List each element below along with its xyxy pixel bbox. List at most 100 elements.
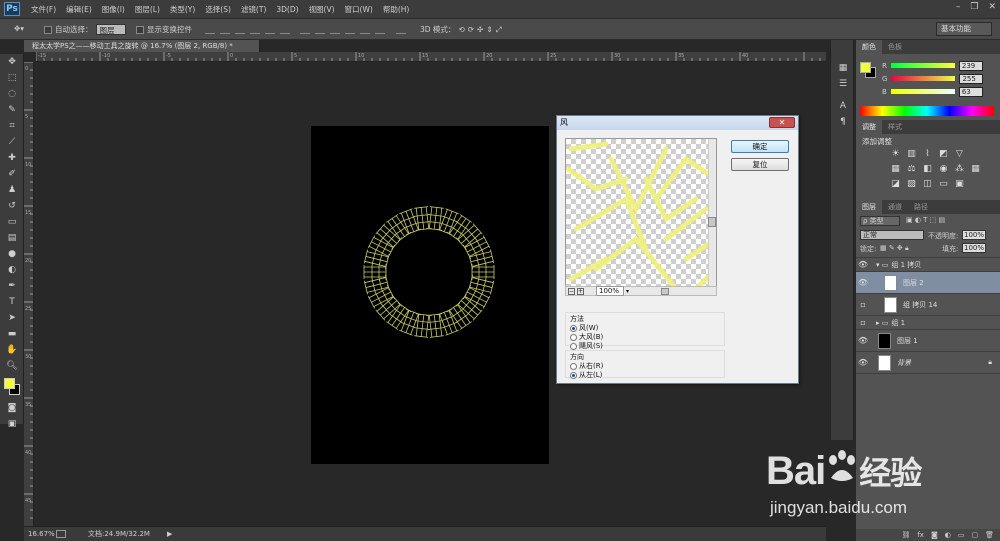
close-window-icon[interactable]: ✕ xyxy=(988,2,996,12)
visibility-off-box[interactable]: ▫ xyxy=(856,300,870,309)
status-arrow-icon[interactable]: ▶ xyxy=(167,527,172,541)
opacity-value[interactable]: 100% xyxy=(962,230,986,240)
document-canvas[interactable] xyxy=(311,126,549,464)
align-vcenter-icon[interactable] xyxy=(220,25,230,34)
reset-button[interactable]: 复位 xyxy=(731,158,789,171)
distribute-hcenter-icon[interactable] xyxy=(360,25,370,34)
crop-tool-icon[interactable]: ⌗ xyxy=(0,118,24,134)
zoom-out-button[interactable]: − xyxy=(568,287,575,295)
zoom-tool-icon[interactable]: 🔍︎ xyxy=(0,358,24,374)
radio-from-left[interactable] xyxy=(570,371,577,379)
auto-select-dropdown[interactable]: 图层 xyxy=(95,24,126,35)
posterize-icon[interactable]: ▨ xyxy=(906,179,917,190)
distribute-top-icon[interactable] xyxy=(300,25,310,34)
photo-filter-icon[interactable]: ◉ xyxy=(938,164,949,175)
tab-swatches[interactable]: 色板 xyxy=(882,40,908,54)
visibility-eye-icon[interactable]: 👁︎ xyxy=(856,336,870,345)
visibility-off-box[interactable]: ▫ xyxy=(856,318,870,327)
menu-edit[interactable]: 编辑(E) xyxy=(61,4,97,15)
r-track[interactable] xyxy=(890,63,955,68)
tab-channels[interactable]: 通道 xyxy=(882,200,908,214)
fx-icon[interactable]: fx xyxy=(917,531,924,539)
layer-filter-icons[interactable]: ▣ ◐ T ⬚ ▤ xyxy=(906,216,945,224)
menu-select[interactable]: 选择(S) xyxy=(200,4,236,15)
r-value[interactable]: 239 xyxy=(958,60,983,71)
type-tool-icon[interactable]: T xyxy=(0,294,24,310)
layer-row-layer-2[interactable]: 👁︎ 图层 2 xyxy=(856,272,1000,294)
stamp-tool-icon[interactable]: ♟ xyxy=(0,182,24,198)
color-balance-icon[interactable]: ⚖ xyxy=(906,164,917,175)
history-brush-tool-icon[interactable]: ↺ xyxy=(0,198,24,214)
threshold-icon[interactable]: ◫ xyxy=(922,179,933,190)
menu-image[interactable]: 图像(I) xyxy=(97,4,130,15)
folder-expanded-icon[interactable]: ▾ ▭ xyxy=(876,261,888,269)
selective-color-icon[interactable]: ▣ xyxy=(954,179,965,190)
quick-mask-icon[interactable]: ◙ xyxy=(0,400,24,416)
hand-tool-icon[interactable]: ✋ xyxy=(0,342,24,358)
color-lookup-icon[interactable]: ▦ xyxy=(970,164,981,175)
new-group-icon[interactable]: ▭ xyxy=(958,531,965,539)
layer-kind-filter[interactable]: ρ 类型 xyxy=(860,216,900,226)
character-panel-icon[interactable]: A xyxy=(831,98,855,114)
menu-filter[interactable]: 滤镜(T) xyxy=(236,4,271,15)
move-tool-icon[interactable]: ✥ xyxy=(0,54,24,70)
3d-slide-icon[interactable]: ⇕ xyxy=(486,25,492,34)
screen-mode-icon[interactable]: ▣ xyxy=(0,416,24,432)
distribute-vcenter-icon[interactable] xyxy=(315,25,325,34)
tab-styles[interactable]: 样式 xyxy=(882,120,908,134)
document-tab[interactable]: 程太太学PS之——移动工具之旋转 @ 16.7% (图层 2, RGB/8) * xyxy=(24,40,260,52)
exposure-icon[interactable]: ◩ xyxy=(938,149,949,160)
visibility-eye-icon[interactable]: 👁︎ xyxy=(856,278,870,287)
preview-v-thumb[interactable] xyxy=(708,217,716,227)
tab-color[interactable]: 颜色 xyxy=(856,40,882,54)
invert-icon[interactable]: ◪ xyxy=(890,179,901,190)
blur-tool-icon[interactable]: ● xyxy=(0,246,24,262)
dodge-tool-icon[interactable]: ◐ xyxy=(0,262,24,278)
black-white-icon[interactable]: ◧ xyxy=(922,164,933,175)
g-track[interactable] xyxy=(891,76,956,81)
lock-icons[interactable]: ▦ ✎ ✥ 🔒︎ xyxy=(880,244,909,253)
pen-tool-icon[interactable]: ✒ xyxy=(0,278,24,294)
curves-icon[interactable]: ⌇ xyxy=(922,149,933,160)
zoom-dropdown-icon[interactable]: ▾ xyxy=(626,288,629,295)
new-adjustment-icon[interactable]: ◐ xyxy=(945,531,951,539)
3d-orbit-icon[interactable]: ⟲ xyxy=(458,25,464,34)
visibility-eye-icon[interactable]: 👁︎ xyxy=(856,358,870,367)
quick-select-tool-icon[interactable]: ✎ xyxy=(0,102,24,118)
eyedropper-tool-icon[interactable]: ⟋ xyxy=(0,134,24,150)
shape-tool-icon[interactable]: ▬ xyxy=(0,326,24,342)
method-wind[interactable]: 风(W) xyxy=(570,324,720,333)
align-top-icon[interactable] xyxy=(205,25,215,34)
ok-button[interactable]: 确定 xyxy=(731,140,789,153)
preview-h-thumb[interactable] xyxy=(661,287,670,295)
hue-saturation-icon[interactable]: ▦ xyxy=(890,164,901,175)
blend-mode-dropdown[interactable]: 正常 xyxy=(860,230,924,240)
layer-row-group-copy[interactable]: 👁︎ ▾ ▭ 组 1 拷贝 xyxy=(856,258,1000,272)
menu-file[interactable]: 文件(F) xyxy=(26,4,61,15)
radio-wind[interactable] xyxy=(570,324,577,332)
menu-view[interactable]: 视图(V) xyxy=(304,4,340,15)
delete-layer-icon[interactable]: 🗑︎ xyxy=(985,531,994,539)
color-spectrum[interactable] xyxy=(860,106,994,116)
tab-layers[interactable]: 图层 xyxy=(856,200,882,214)
new-layer-icon[interactable]: ▢ xyxy=(971,531,978,539)
menu-help[interactable]: 帮助(H) xyxy=(378,4,415,15)
panel-foreground-swatch[interactable] xyxy=(860,62,871,73)
layer-row-layer-1[interactable]: 👁︎ 图层 1 xyxy=(856,330,1000,352)
paragraph-panel-icon[interactable]: ¶ xyxy=(831,114,855,130)
path-select-tool-icon[interactable]: ➤ xyxy=(0,310,24,326)
layer-row-group-copy-14[interactable]: ▫ 组 拷贝 14 xyxy=(856,294,1000,316)
g-value[interactable]: 255 xyxy=(959,73,984,84)
workspace-dropdown[interactable]: 基本功能 xyxy=(936,22,992,36)
foreground-color-swatch[interactable] xyxy=(4,378,15,389)
eraser-tool-icon[interactable]: ▭ xyxy=(0,214,24,230)
direction-left[interactable]: 从左(L) xyxy=(570,371,720,380)
show-transform-checkbox[interactable] xyxy=(136,25,144,34)
folder-collapsed-icon[interactable]: ▸ ▭ xyxy=(876,319,888,327)
fill-value[interactable]: 100% xyxy=(962,243,986,253)
levels-icon[interactable]: ▥ xyxy=(906,149,917,160)
radio-blast[interactable] xyxy=(570,333,577,341)
properties-panel-icon[interactable]: ☰ xyxy=(831,76,855,92)
auto-select-checkbox[interactable] xyxy=(44,25,52,34)
gradient-tool-icon[interactable]: ▤ xyxy=(0,230,24,246)
